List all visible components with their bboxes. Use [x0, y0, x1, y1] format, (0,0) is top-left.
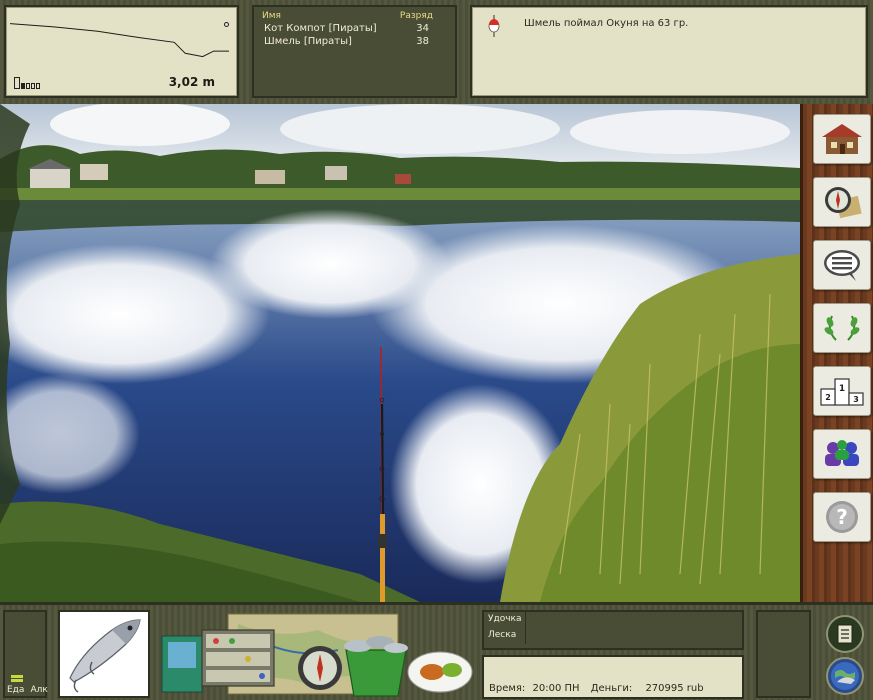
achievements-button[interactable] — [813, 303, 871, 353]
bottom-bar: Еда Алк Удочка Леска Время: 20:00 ПН Ден… — [0, 602, 873, 700]
menu-button[interactable] — [826, 615, 864, 653]
meter-bar — [11, 651, 23, 654]
depth-marker-icon — [224, 22, 229, 27]
player-name: Кот Компот [Пираты] — [264, 23, 377, 34]
compass-map-icon — [825, 187, 862, 219]
help-glyph: ? — [836, 505, 848, 529]
rating-button[interactable]: 1 2 3 — [813, 366, 871, 416]
chat-button[interactable] — [813, 240, 871, 290]
people-icon — [825, 440, 859, 466]
laurel-icon — [824, 315, 860, 341]
food-plate[interactable] — [407, 651, 473, 693]
alcohol-label: Алк — [30, 685, 48, 695]
notepad-icon — [837, 624, 853, 644]
lake-landscape — [0, 104, 800, 602]
tackle-panel: Удочка Леска — [482, 610, 744, 650]
extra-slot — [756, 610, 811, 698]
line-slot[interactable]: Леска — [484, 628, 526, 644]
food-label: Еда — [7, 685, 25, 695]
money-value: 270995 rub — [645, 683, 704, 694]
player-rank: 34 — [416, 23, 429, 34]
meter-bar — [11, 675, 23, 678]
house-icon — [822, 124, 862, 154]
money-label: Деньги: — [590, 683, 633, 694]
map-button[interactable] — [813, 177, 871, 227]
inventory-illustration — [161, 613, 473, 697]
podium-icon: 1 2 3 — [820, 378, 864, 406]
status-panel: Время: 20:00 ПН Деньги: 270995 rub — [482, 655, 744, 699]
meter-bar — [11, 667, 23, 670]
podium-third: 3 — [853, 395, 859, 404]
help-icon: ? — [826, 501, 858, 533]
lake-scene[interactable] — [0, 104, 800, 602]
meter-bar — [11, 659, 23, 662]
player-row[interactable]: Шмель [Пираты] 38 — [254, 34, 455, 47]
fishing-guide-book[interactable] — [161, 635, 203, 693]
depth-sounder-panel: 3,02 m — [4, 5, 239, 98]
food-alcohol-meter: Еда Алк — [3, 610, 48, 698]
top-bar: 3,02 m Имя Разряд Кот Компот [Пираты] 34… — [0, 0, 873, 104]
battery-indicator — [14, 77, 40, 89]
inventory-area — [158, 610, 476, 700]
meter-bar — [11, 679, 23, 682]
rod-slot[interactable]: Удочка — [484, 612, 526, 628]
wobbler-lure-icon — [69, 619, 141, 693]
podium-first: 1 — [839, 384, 845, 394]
community-button[interactable] — [813, 429, 871, 479]
help-button[interactable]: ? — [813, 492, 871, 542]
status-line: Время: 20:00 ПН Деньги: 270995 rub — [489, 683, 708, 694]
time-label: Время: — [489, 683, 526, 694]
current-lure-slot[interactable] — [58, 610, 150, 698]
battery-cell — [31, 83, 35, 89]
globe-fish-icon — [831, 662, 859, 690]
battery-icon — [14, 77, 20, 89]
catch-message: Шмель поймал Окуня на 63 гр. — [524, 18, 689, 29]
players-header-name: Имя — [262, 11, 281, 21]
home-button[interactable] — [813, 114, 871, 164]
compass-item[interactable] — [298, 646, 342, 690]
tackle-box[interactable] — [201, 629, 275, 687]
side-menu: 1 2 3 ? — [800, 104, 873, 602]
chat-icon — [824, 250, 860, 281]
players-header: Имя Разряд — [254, 7, 455, 21]
depth-profile-line — [9, 23, 229, 58]
meter-bar — [11, 655, 23, 658]
podium-second: 2 — [825, 393, 831, 402]
player-rank: 38 — [416, 36, 429, 47]
world-button[interactable] — [826, 657, 864, 695]
message-panel: Шмель поймал Окуня на 63 гр. — [470, 5, 868, 98]
battery-cell — [21, 83, 25, 89]
player-row[interactable]: Кот Компот [Пираты] 34 — [254, 21, 455, 34]
battery-cell — [36, 83, 40, 89]
meter-labels: Еда Алк — [7, 685, 48, 695]
time-value: 20:00 ПН — [532, 683, 580, 694]
food-meter-bars — [11, 651, 23, 682]
fish-bucket[interactable] — [344, 636, 408, 697]
depth-value: 3,02 m — [168, 75, 215, 89]
players-header-rank: Разряд — [399, 11, 433, 21]
meter-bar — [11, 671, 23, 674]
player-name: Шмель [Пираты] — [264, 36, 352, 47]
meter-bar — [11, 663, 23, 666]
players-list-panel: Имя Разряд Кот Компот [Пираты] 34 Шмель … — [252, 5, 457, 98]
battery-cell — [26, 83, 30, 89]
float-bobber-icon — [488, 15, 500, 37]
